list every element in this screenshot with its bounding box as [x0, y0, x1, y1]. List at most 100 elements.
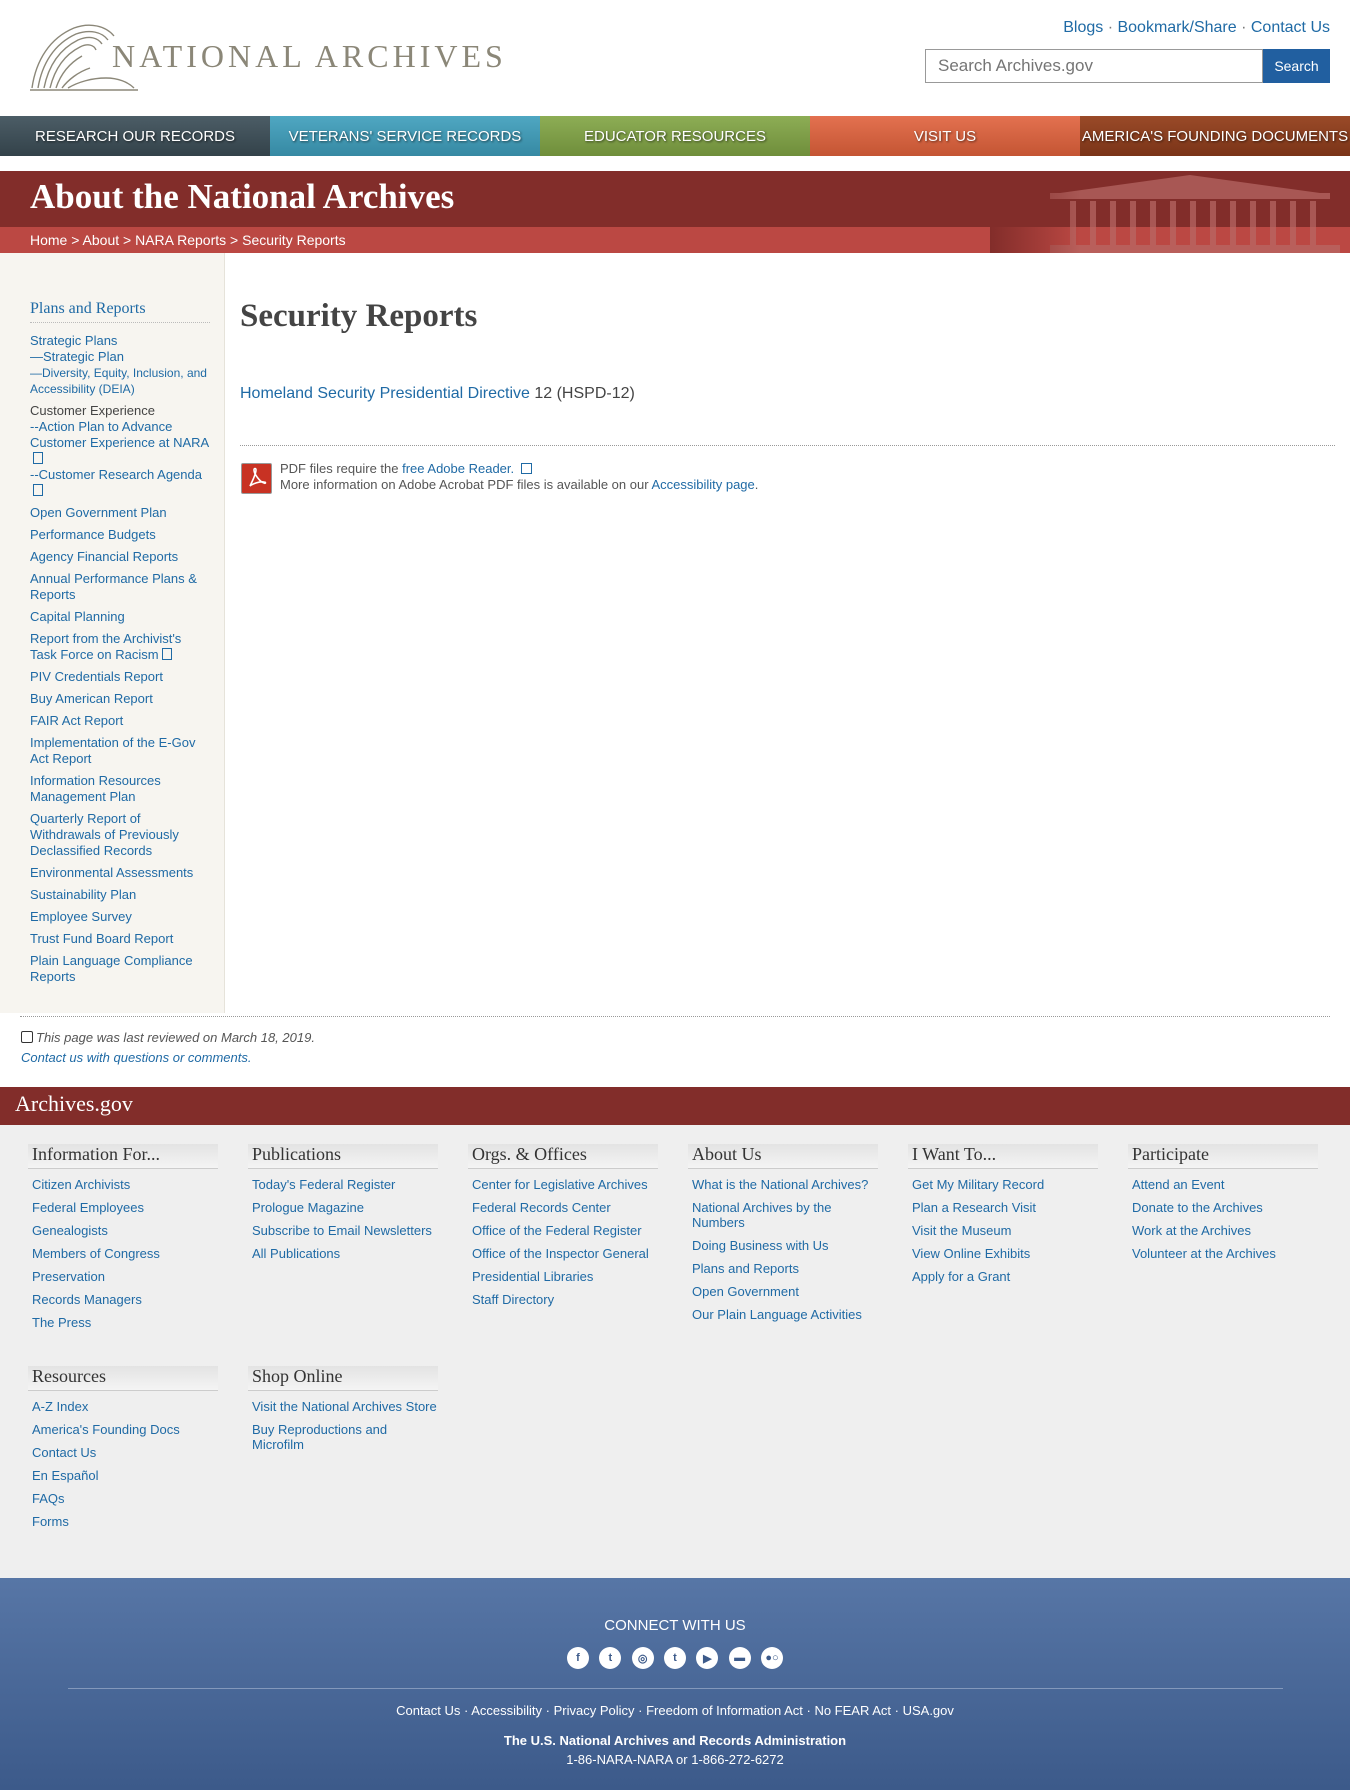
pdf-icon	[33, 484, 43, 496]
footer-link[interactable]: Open Government	[688, 1284, 878, 1299]
footer-link[interactable]: Plans and Reports	[688, 1261, 878, 1276]
footer-link[interactable]: Subscribe to Email Newsletters	[248, 1223, 438, 1238]
sidebar-item-sustainability[interactable]: Sustainability Plan	[30, 887, 210, 903]
utility-links: Blogs · Bookmark/Share · Contact Us	[1063, 19, 1330, 36]
sidebar-item-open-government-plan[interactable]: Open Government Plan	[30, 505, 210, 521]
footer-link[interactable]: Citizen Archivists	[28, 1177, 218, 1192]
search-input[interactable]	[925, 49, 1263, 83]
footer-link[interactable]: Federal Records Center	[468, 1200, 658, 1215]
sidebar-item-strategic-plan[interactable]: —Strategic Plan	[30, 349, 210, 365]
footer-link[interactable]: Federal Employees	[28, 1200, 218, 1215]
breadcrumb-home[interactable]: Home	[30, 232, 67, 248]
sidebar-item-strategic-plans[interactable]: Strategic Plans	[30, 333, 210, 349]
footer-link[interactable]: Prologue Magazine	[248, 1200, 438, 1215]
footer-link[interactable]: Visit the Museum	[908, 1223, 1098, 1238]
sidebar-item-egov-act[interactable]: Implementation of the E-Gov Act Report	[30, 735, 210, 767]
tumblr-icon[interactable]: t	[663, 1647, 686, 1669]
flickr-icon[interactable]: ●○	[760, 1647, 783, 1669]
sidebar-item-task-force-racism[interactable]: Report from the Archivist's Task Force o…	[30, 631, 181, 662]
footer-link[interactable]: Preservation	[28, 1269, 218, 1284]
footer-link[interactable]: Presidential Libraries	[468, 1269, 658, 1284]
sidebar-item-deia[interactable]: —Diversity, Equity, Inclusion, and Acces…	[30, 365, 210, 397]
nav-visit-us[interactable]: Visit Us	[810, 116, 1080, 156]
sidebar-item-environmental[interactable]: Environmental Assessments	[30, 865, 210, 881]
nav-veterans-service-records[interactable]: Veterans' Service Records	[270, 116, 540, 156]
footer-link[interactable]: Today's Federal Register	[248, 1177, 438, 1192]
footer-link[interactable]: What is the National Archives?	[688, 1177, 878, 1192]
accessibility-page-link[interactable]: Accessibility page	[651, 477, 754, 492]
footer-link[interactable]: FAQs	[28, 1491, 218, 1506]
sidebar-item-irm-plan[interactable]: Information Resources Management Plan	[30, 773, 210, 805]
connect-heading: CONNECT WITH US	[604, 1617, 746, 1634]
sidebar-item-plain-language[interactable]: Plain Language Compliance Reports	[30, 953, 210, 985]
footer-link[interactable]: Forms	[28, 1514, 218, 1529]
footer-link[interactable]: Records Managers	[28, 1292, 218, 1307]
footer-link[interactable]: The Press	[28, 1315, 218, 1330]
blog-icon[interactable]: ▬	[728, 1647, 751, 1669]
footer-link[interactable]: Get My Military Record	[908, 1177, 1098, 1192]
nav-founding-documents[interactable]: America's Founding Documents	[1080, 116, 1350, 156]
sidebar-item-annual-performance[interactable]: Annual Performance Plans & Reports	[30, 571, 210, 603]
footer-link[interactable]: Office of the Inspector General	[468, 1246, 658, 1261]
footer-link[interactable]: View Online Exhibits	[908, 1246, 1098, 1261]
footer-column-title: I Want To...	[908, 1144, 1098, 1169]
footer-link[interactable]: All Publications	[248, 1246, 438, 1261]
contact-comments-link[interactable]: Contact us with questions or comments.	[21, 1050, 252, 1065]
footer-no-fear-link[interactable]: No FEAR Act	[814, 1703, 891, 1718]
footer-usa-gov-link[interactable]: USA.gov	[903, 1703, 954, 1718]
breadcrumb-nara-reports[interactable]: NARA Reports	[135, 232, 226, 248]
sidebar-item-agency-financial-reports[interactable]: Agency Financial Reports	[30, 549, 210, 565]
sidebar-heading[interactable]: Plans and Reports	[30, 300, 210, 323]
footer-link[interactable]: Doing Business with Us	[688, 1238, 878, 1253]
footer-privacy-link[interactable]: Privacy Policy	[554, 1703, 635, 1718]
hspd-link[interactable]: Homeland Security Presidential Directive	[240, 385, 530, 402]
footer-link[interactable]: Staff Directory	[468, 1292, 658, 1307]
instagram-icon[interactable]: ◎	[631, 1647, 654, 1669]
sidebar-item-cx-action-plan[interactable]: --Action Plan to Advance Customer Experi…	[30, 419, 209, 450]
footer-link[interactable]: Visit the National Archives Store	[248, 1399, 438, 1414]
footer-link[interactable]: America's Founding Docs	[28, 1422, 218, 1437]
logo-text: NATIONAL ARCHIVES	[112, 38, 507, 74]
footer-link[interactable]: Members of Congress	[28, 1246, 218, 1261]
footer-link[interactable]: Genealogists	[28, 1223, 218, 1238]
footer-link[interactable]: Volunteer at the Archives	[1128, 1246, 1318, 1261]
sidebar-item-cx-research-agenda[interactable]: --Customer Research Agenda	[30, 467, 202, 482]
footer-link[interactable]: En Español	[28, 1468, 218, 1483]
footer-title-bar: Archives.gov	[0, 1087, 1350, 1125]
twitter-icon[interactable]: t	[599, 1647, 622, 1669]
footer-accessibility-link[interactable]: Accessibility	[471, 1703, 542, 1718]
sidebar-item-capital-planning[interactable]: Capital Planning	[30, 609, 210, 625]
breadcrumb-current: Security Reports	[242, 232, 346, 248]
sidebar-item-trust-fund[interactable]: Trust Fund Board Report	[30, 931, 210, 947]
footer-link[interactable]: Center for Legislative Archives	[468, 1177, 658, 1192]
footer-link[interactable]: National Archives by the Numbers	[688, 1200, 878, 1230]
footer-link[interactable]: Office of the Federal Register	[468, 1223, 658, 1238]
sidebar-item-quarterly-withdrawals[interactable]: Quarterly Report of Withdrawals of Previ…	[30, 811, 210, 859]
footer-foia-link[interactable]: Freedom of Information Act	[646, 1703, 803, 1718]
youtube-icon[interactable]: ▶	[696, 1647, 719, 1669]
breadcrumb-about[interactable]: About	[83, 232, 120, 248]
sidebar-item-piv-credentials[interactable]: PIV Credentials Report	[30, 669, 210, 685]
footer-link[interactable]: Contact Us	[28, 1445, 218, 1460]
footer-link[interactable]: Attend an Event	[1128, 1177, 1318, 1192]
footer-link[interactable]: Work at the Archives	[1128, 1223, 1318, 1238]
footer-link[interactable]: Buy Reproductions and Microfilm	[248, 1422, 438, 1452]
sidebar-item-performance-budgets[interactable]: Performance Budgets	[30, 527, 210, 543]
footer-contact-link[interactable]: Contact Us	[396, 1703, 460, 1718]
sidebar-item-employee-survey[interactable]: Employee Survey	[30, 909, 210, 925]
footer-link[interactable]: Plan a Research Visit	[908, 1200, 1098, 1215]
footer-link[interactable]: Apply for a Grant	[908, 1269, 1098, 1284]
contact-us-link[interactable]: Contact Us	[1251, 19, 1330, 36]
blogs-link[interactable]: Blogs	[1063, 19, 1103, 36]
search-button[interactable]: Search	[1263, 49, 1330, 83]
nav-research-our-records[interactable]: Research Our Records	[0, 116, 270, 156]
footer-link[interactable]: A-Z Index	[28, 1399, 218, 1414]
nav-educator-resources[interactable]: Educator Resources	[540, 116, 810, 156]
facebook-icon[interactable]: f	[567, 1647, 589, 1669]
footer-link[interactable]: Donate to the Archives	[1128, 1200, 1318, 1215]
footer-link[interactable]: Our Plain Language Activities	[688, 1307, 878, 1322]
sidebar-item-fair-act[interactable]: FAIR Act Report	[30, 713, 210, 729]
bookmark-share-link[interactable]: Bookmark/Share	[1117, 19, 1236, 36]
sidebar-item-buy-american[interactable]: Buy American Report	[30, 691, 210, 707]
adobe-reader-link[interactable]: free Adobe Reader.	[402, 461, 514, 476]
